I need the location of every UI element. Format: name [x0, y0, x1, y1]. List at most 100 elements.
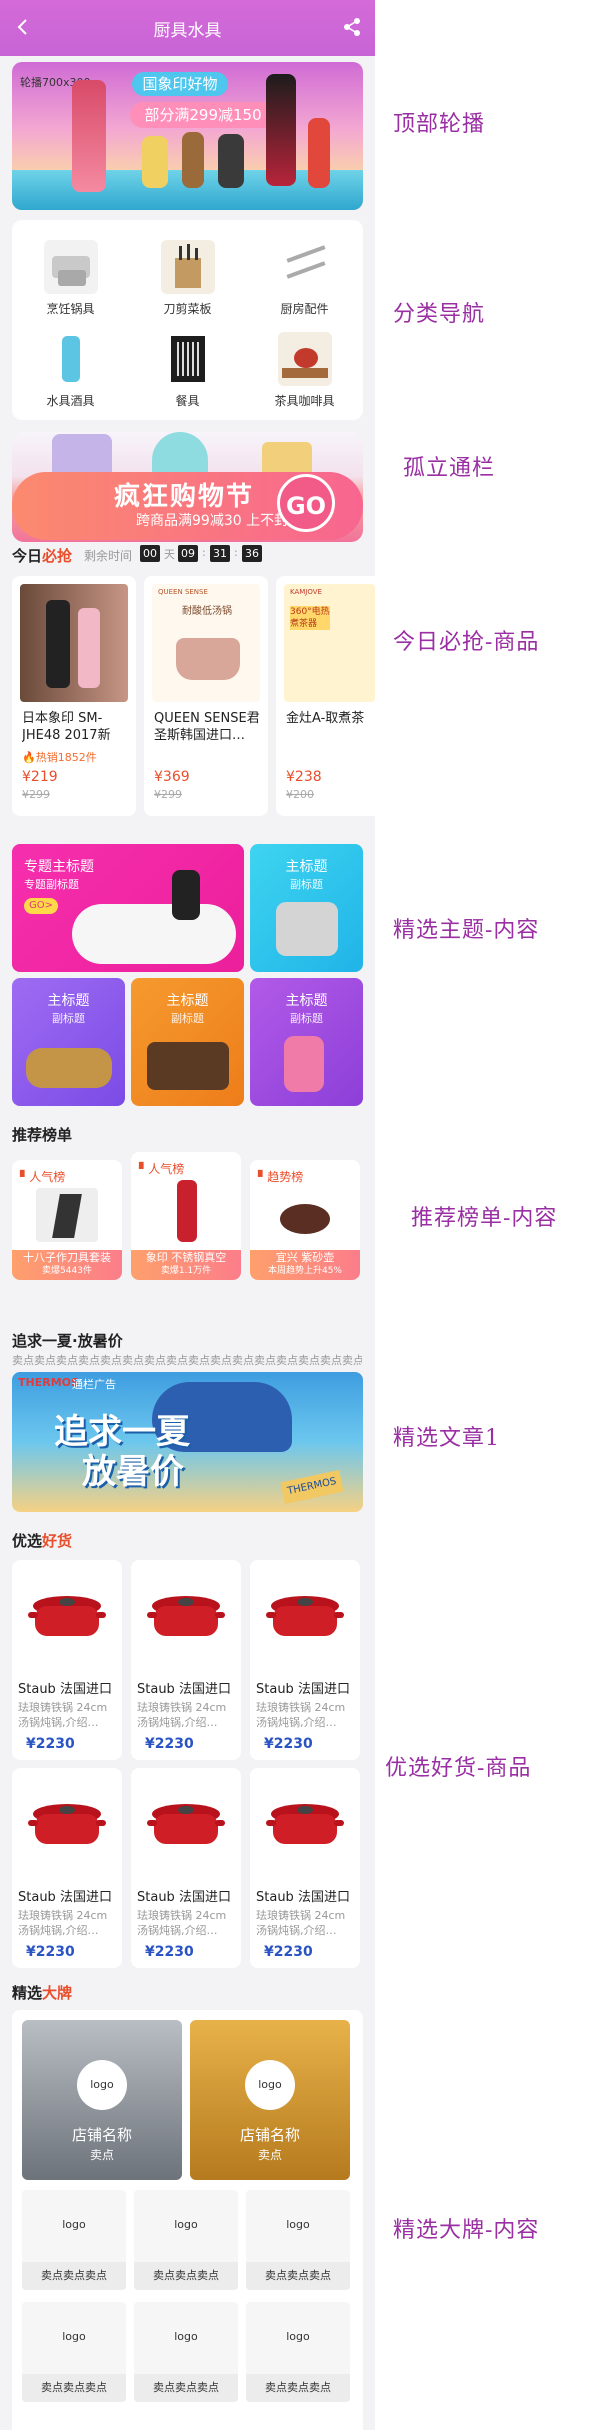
product-desc: 珐琅铸铁锅 24cm 汤锅炖锅,介绍… — [137, 1909, 227, 1937]
ranking-sales: 卖爆5443件 — [42, 1266, 92, 1276]
brand-small-card[interactable]: logo 卖点卖点卖点 — [22, 2302, 126, 2402]
ranking-sales: 本周趋势上升45% — [267, 1266, 342, 1276]
brands-panel: logo 店铺名称 卖点 logo 店铺名称 卖点 logo 卖点卖点卖点 log… — [12, 2010, 363, 2430]
ranking-card[interactable]: ▘人气榜 十八子作刀具套装 卖爆5443件 — [12, 1160, 122, 1280]
brand-big-card[interactable]: logo 店铺名称 卖点 — [190, 2020, 350, 2180]
theme-tile[interactable]: 主标题 副标题 — [131, 978, 244, 1106]
brand-logo: logo — [174, 2218, 198, 2231]
article-brand: THERMOS — [18, 1376, 79, 1389]
theme-go-button[interactable]: GO> — [24, 898, 58, 914]
ranking-card[interactable]: ▘人气榜 象印 不锈钢真空 卖爆1.1万件 — [131, 1152, 241, 1280]
category-label: 餐具 — [175, 394, 200, 408]
kitchen-utensils-icon — [277, 240, 332, 294]
countdown-minutes: 31 — [210, 545, 230, 562]
category-item[interactable]: 茶具咖啡具 — [246, 322, 363, 414]
category-item[interactable]: 厨房配件 — [246, 230, 363, 322]
annotation-label: 精选大牌-内容 — [393, 2218, 540, 2243]
category-label: 水具酒具 — [46, 394, 95, 408]
tableware-icon — [160, 332, 215, 386]
product-price: ¥2230 — [26, 1944, 75, 1960]
brand-logo: logo — [174, 2330, 198, 2343]
theme-main-title: 专题主标题 — [24, 859, 94, 875]
countdown-label: 剩余时间 — [84, 549, 133, 563]
product-price: ¥2230 — [264, 1736, 313, 1752]
product-name: Staub 法国进口 — [18, 1682, 112, 1697]
promo-title: 疯狂购物节 — [114, 482, 255, 512]
brand-sell-point: 卖点卖点卖点 — [134, 2262, 238, 2290]
product-card[interactable]: Staub 法国进口 珐琅铸铁锅 24cm 汤锅炖锅,介绍… ¥2230 — [12, 1768, 122, 1968]
product-desc: 珐琅铸铁锅 24cm 汤锅炖锅,介绍… — [137, 1701, 227, 1729]
brand-small-card[interactable]: logo 卖点卖点卖点 — [134, 2190, 238, 2290]
theme-tile[interactable]: 主标题 副标题 — [250, 844, 363, 972]
annotation-label: 推荐榜单-内容 — [411, 1206, 558, 1231]
ranking-tag: ▘人气榜 — [139, 1162, 185, 1176]
promo-go-button[interactable]: GO — [277, 474, 335, 532]
fire-icon: 🔥 — [22, 751, 36, 764]
theme-tile-title: 主标题 — [47, 993, 90, 1009]
bottle-small — [142, 136, 168, 188]
bottle-dark — [266, 74, 296, 186]
annotation-column: 顶部轮播 分类导航 孤立通栏 今日必抢-商品 精选主题-内容 推荐榜单-内容 精… — [375, 0, 601, 2430]
deal-card[interactable]: QUEEN SENSE 耐酸低汤锅 QUEEN SENSE君圣斯韩国进口… ¥3… — [144, 576, 268, 816]
category-item[interactable]: 餐具 — [129, 322, 246, 414]
deal-name: 金灶A-取煮茶 — [286, 711, 365, 726]
product-desc: 珐琅铸铁锅 24cm 汤锅炖锅,介绍… — [18, 1909, 108, 1937]
ranking-card[interactable]: ▘趋势榜 宜兴 紫砂壶 本周趋势上升45% — [250, 1160, 360, 1280]
product-price: ¥2230 — [145, 1944, 194, 1960]
promo-banner[interactable]: 疯狂购物节 跨商品满99减30 上不封顶 GO — [12, 432, 363, 542]
brand-logo: logo — [77, 2060, 127, 2110]
category-item[interactable]: 烹饪锅具 — [12, 230, 129, 322]
product-price: ¥2230 — [145, 1736, 194, 1752]
knife-set-icon — [160, 240, 215, 294]
promo-subtitle: 跨商品满99减30 上不封顶 — [136, 513, 303, 529]
category-label: 茶具咖啡具 — [274, 394, 335, 408]
deal-image: KAMJOVE 360°电热煮茶器 — [284, 584, 375, 702]
phone-screen: 厨具水具 轮播700x300 国象印好物 部分满299减150 烹饪锅具 刀剪菜… — [0, 0, 375, 2430]
countdown-seconds: 36 — [242, 545, 262, 562]
cookware-icon — [43, 240, 98, 294]
product-price: ¥2230 — [264, 1944, 313, 1960]
category-item[interactable]: 刀剪菜板 — [129, 230, 246, 322]
deal-card[interactable]: 日本象印 SM-JHE48 2017新品… 🔥热销1852件 ¥219 ¥299 — [12, 576, 136, 816]
bottle-pink — [72, 80, 106, 192]
brand-small-card[interactable]: logo 卖点卖点卖点 — [246, 2302, 350, 2402]
share-icon[interactable] — [341, 16, 363, 38]
brand-logo: logo — [286, 2330, 310, 2343]
theme-tile-title: 主标题 — [285, 859, 328, 875]
ranking-title: 推荐榜单 — [12, 1126, 73, 1144]
theme-tile-subtitle: 副标题 — [290, 1012, 323, 1025]
theme-main-tile[interactable]: 专题主标题 专题副标题 GO> — [12, 844, 244, 972]
product-card[interactable]: Staub 法国进口 珐琅铸铁锅 24cm 汤锅炖锅,介绍… ¥2230 — [250, 1560, 360, 1760]
product-card[interactable]: Staub 法国进口 珐琅铸铁锅 24cm 汤锅炖锅,介绍… ¥2230 — [131, 1560, 241, 1760]
deal-card[interactable]: KAMJOVE 360°电热煮茶器 金灶A-取煮茶 ¥238 ¥200 — [276, 576, 375, 816]
theme-tile[interactable]: 主标题 副标题 — [12, 978, 125, 1106]
theme-tile-title: 主标题 — [166, 993, 209, 1009]
brand-small-card[interactable]: logo 卖点卖点卖点 — [246, 2190, 350, 2290]
deal-brand-label: QUEEN SENSE — [158, 588, 208, 596]
product-desc: 珐琅铸铁锅 24cm 汤锅炖锅,介绍… — [256, 1701, 346, 1729]
article-banner[interactable]: THERMOS 通栏广告 追求一夏 放暑价 THERMOS — [12, 1372, 363, 1512]
theme-main-subtitle: 专题副标题 — [24, 878, 79, 891]
product-card[interactable]: Staub 法国进口 珐琅铸铁锅 24cm 汤锅炖锅,介绍… ¥2230 — [12, 1560, 122, 1760]
theme-tile[interactable]: 主标题 副标题 — [250, 978, 363, 1106]
top-carousel-banner[interactable]: 轮播700x300 国象印好物 部分满299减150 — [12, 62, 363, 210]
deal-price: ¥238 — [286, 769, 322, 785]
product-name: Staub 法国进口 — [137, 1682, 231, 1697]
category-item[interactable]: 水具酒具 — [12, 322, 129, 414]
brand-small-card[interactable]: logo 卖点卖点卖点 — [22, 2190, 126, 2290]
article-headline: 追求一夏 放暑价 — [54, 1412, 190, 1492]
brand-logo: logo — [62, 2218, 86, 2231]
cast-iron-pot-image — [28, 1804, 106, 1844]
brand-big-card[interactable]: logo 店铺名称 卖点 — [22, 2020, 182, 2180]
bottle-right — [308, 118, 330, 188]
product-card[interactable]: Staub 法国进口 珐琅铸铁锅 24cm 汤锅炖锅,介绍… ¥2230 — [131, 1768, 241, 1968]
water-bottle-icon — [43, 332, 98, 386]
ranking-name: 宜兴 紫砂壶 — [275, 1251, 335, 1264]
banner-discount: 部分满299减150 — [130, 102, 276, 128]
brand-sell-point: 卖点卖点卖点 — [134, 2374, 238, 2402]
annotation-label: 今日必抢-商品 — [393, 630, 540, 655]
product-card[interactable]: Staub 法国进口 珐琅铸铁锅 24cm 汤锅炖锅,介绍… ¥2230 — [250, 1768, 360, 1968]
deal-price: ¥219 — [22, 769, 58, 785]
brand-small-card[interactable]: logo 卖点卖点卖点 — [134, 2302, 238, 2402]
category-label: 厨房配件 — [280, 302, 329, 316]
